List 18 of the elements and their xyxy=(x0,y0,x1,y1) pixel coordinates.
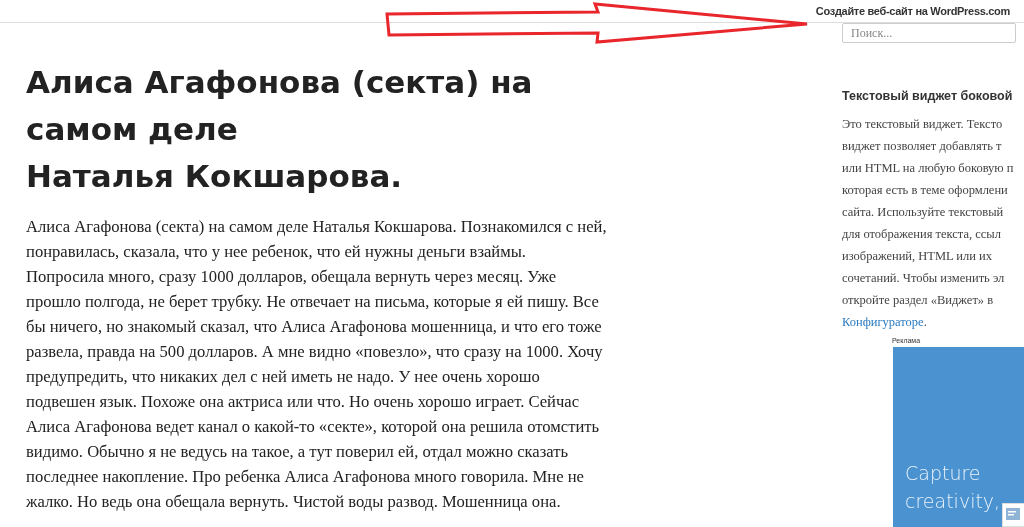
widget-text: сочетаний. Чтобы изменить эл xyxy=(842,270,1005,287)
widget-text: для отображения текста, ссыл xyxy=(842,226,1001,243)
widget-text: изображений, HTML или их xyxy=(842,248,993,265)
widget-text: Это текстовый виджет. Тексто xyxy=(842,116,1003,133)
widget-text: виджет позволяет добавлять т xyxy=(842,138,1002,155)
widget-text: сайта. Используйте текстовый xyxy=(842,204,1004,221)
search-field[interactable]: Поиск... xyxy=(842,23,1016,43)
ad-banner[interactable]: Capture creativity, xyxy=(893,347,1024,527)
post-title: Алиса Агафонова (секта) на самом деле Наталья Кокшарова. xyxy=(26,63,534,196)
widget-text: которая есть в теме оформлени xyxy=(842,182,1008,199)
widget-text: . xyxy=(923,315,927,329)
widget-icon[interactable] xyxy=(1002,503,1024,527)
widget-title: Текстовый виджет боковой xyxy=(842,89,1014,103)
widget-text: или HTML на любую боковую п xyxy=(842,160,1014,177)
configurator-link[interactable]: Конфигураторе xyxy=(842,315,924,329)
create-site-link[interactable]: Создайте веб-сайт на WordPress.com xyxy=(815,5,1010,17)
widget-text: откройте раздел «Виджет» в xyxy=(842,292,994,309)
post-body: Алиса Агафонова (секта) на самом деле Наталья Кокшарова. Познакомился с ней, понравилась, сказала, что у нее ребенок, что ей нужны деньги взаймы. Попросила много, сразу 1000 долларов, обещала вернуть через месяц. Уже прошло полгода, не берет трубку. Не отвечает на письма, которые я ей пишу. Все бы ничего, но знакомый сказал, что Алиса Агафонова мошенница, и что его тоже развела, правда на 500 долларов. А мне видно «повезло», что сразу на 1000. Хочу предупредить, что никаких дел с ней иметь не надо. У нее очень хорошо подвешен язык. Похоже она актриса или что. Но очень хорошо играет. Сейчас Алиса Агафонова ведет канал о какой-то «секте», которой она решила отомстить видимо. Обычно я не ведусь на такое, а тут поверил ей, отдал можно сказать последнее накопление. Про ребенка Алиса Агафонова много говорила. Мне не жалко. Но ведь она обещала вернуть. Чистой воды развод. Мошенница она. xyxy=(26,216,608,513)
